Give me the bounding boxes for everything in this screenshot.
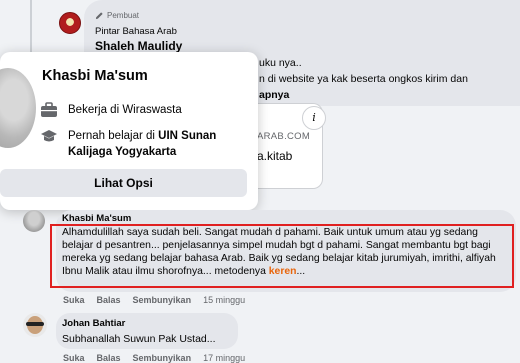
comment-timestamp[interactable]: 15 minggu bbox=[203, 295, 245, 305]
profile-hover-card: Khasbi Ma'sum Bekerja di Wiraswasta Pern… bbox=[0, 52, 258, 210]
link-domain: ARAB.COM bbox=[257, 131, 311, 142]
creator-badge-label: Pembuat bbox=[107, 11, 140, 20]
hover-card-education: Pernah belajar di UIN Sunan Kalijaga Yog… bbox=[68, 128, 253, 160]
reply-button-2[interactable]: Balas bbox=[97, 353, 121, 363]
post-text-line-2: n di website ya kak beserta ongkos kirim… bbox=[259, 73, 468, 85]
hover-card-study-prefix: Pernah belajar di bbox=[68, 130, 159, 142]
hide-button[interactable]: Sembunyikan bbox=[133, 295, 192, 305]
hover-card-work: Bekerja di Wiraswasta bbox=[68, 104, 182, 116]
comment-timestamp-2[interactable]: 17 minggu bbox=[203, 353, 245, 363]
creator-page-name[interactable]: Pintar Bahasa Arab bbox=[95, 26, 177, 37]
comment-actions-2: Suka Balas Sembunyikan 17 minggu bbox=[63, 353, 245, 363]
post-text-line-1: uku nya.. bbox=[259, 57, 302, 69]
hover-card-avatar[interactable] bbox=[0, 68, 36, 148]
avatar-glasses bbox=[26, 322, 44, 326]
like-button-2[interactable]: Suka bbox=[63, 353, 85, 363]
commenter-avatar-2[interactable] bbox=[23, 313, 47, 337]
reply-button[interactable]: Balas bbox=[97, 295, 121, 305]
highlight-box bbox=[50, 224, 514, 288]
view-options-button[interactable]: Lihat Opsi bbox=[0, 169, 247, 197]
hover-card-name[interactable]: Khasbi Ma'sum bbox=[42, 68, 148, 84]
link-title[interactable]: a.kitab bbox=[257, 149, 292, 163]
creator-avatar[interactable] bbox=[59, 12, 81, 34]
comment-author-2[interactable]: Johan Bahtiar bbox=[62, 318, 125, 329]
comment-actions: Suka Balas Sembunyikan 15 minggu bbox=[63, 295, 245, 305]
pencil-icon bbox=[95, 12, 103, 20]
graduation-cap-icon bbox=[41, 130, 57, 142]
hover-card-education-row: Pernah belajar di UIN Sunan Kalijaga Yog… bbox=[40, 128, 253, 160]
briefcase-icon bbox=[41, 102, 57, 117]
hover-card-work-row: Bekerja di Wiraswasta bbox=[40, 102, 182, 118]
creator-badge: Pembuat bbox=[95, 11, 139, 20]
creator-author-name[interactable]: Shaleh Maulidy bbox=[95, 39, 182, 53]
comment-author[interactable]: Khasbi Ma'sum bbox=[62, 213, 131, 224]
hide-button-2[interactable]: Sembunyikan bbox=[133, 353, 192, 363]
like-button[interactable]: Suka bbox=[63, 295, 85, 305]
comment-text-2: Subhanallah Suwun Pak Ustad... bbox=[62, 333, 216, 345]
post-text-line-3: apnya bbox=[259, 89, 290, 101]
commenter-avatar[interactable] bbox=[23, 210, 45, 232]
info-icon[interactable]: i bbox=[302, 106, 326, 130]
